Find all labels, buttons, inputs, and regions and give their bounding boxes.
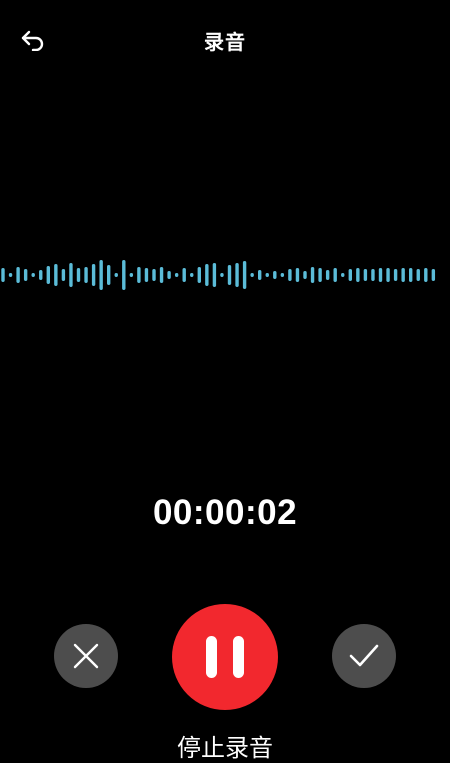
waveform-bar xyxy=(371,269,375,281)
waveform-bar xyxy=(378,268,383,282)
check-icon xyxy=(349,644,379,667)
waveform-bar xyxy=(341,273,345,277)
waveform-bar xyxy=(424,268,428,282)
waveform-bar xyxy=(46,266,50,284)
waveform-bar xyxy=(23,269,28,281)
confirm-recording-button[interactable] xyxy=(332,624,396,688)
waveform-bar xyxy=(325,270,330,280)
waveform-bar xyxy=(258,270,262,280)
waveform-bar xyxy=(235,263,239,287)
waveform-bar xyxy=(190,273,194,277)
waveform-bar xyxy=(280,273,285,277)
waveform-bar xyxy=(159,267,164,283)
waveform-bar xyxy=(227,265,232,285)
pause-recording-button[interactable] xyxy=(172,604,278,710)
waveform-bar xyxy=(114,273,118,277)
waveform-bar xyxy=(144,268,149,282)
waveform-bar xyxy=(167,271,171,279)
waveform-bar xyxy=(401,268,405,282)
page-title: 录音 xyxy=(204,30,246,54)
waveform-bar xyxy=(84,267,88,283)
waveform-bar xyxy=(129,273,134,277)
waveform-bar xyxy=(16,267,20,283)
audio-waveform xyxy=(1,260,436,290)
cancel-recording-button[interactable] xyxy=(54,624,118,688)
waveform-bar xyxy=(69,263,73,287)
waveform-bar xyxy=(310,267,315,283)
waveform-bar xyxy=(250,273,254,277)
waveform-bar xyxy=(205,264,209,286)
waveform-bar xyxy=(295,268,300,282)
waveform-bar xyxy=(348,269,352,281)
waveform-bar xyxy=(386,268,390,282)
waveform-bar xyxy=(197,267,201,283)
recording-timer: 00:00:02 xyxy=(152,493,298,532)
waveform-bar xyxy=(409,268,413,282)
waveform-bar xyxy=(61,269,66,281)
waveform-bar xyxy=(76,268,81,282)
waveform-bar xyxy=(8,273,13,277)
waveform-bar xyxy=(416,269,420,281)
waveform-bar xyxy=(265,273,269,277)
waveform-bar xyxy=(393,269,398,281)
waveform-bar xyxy=(273,271,277,279)
waveform-bar xyxy=(31,273,35,277)
pause-icon xyxy=(172,604,278,710)
waveform-bar xyxy=(212,263,217,287)
waveform-bar xyxy=(363,269,368,281)
app-header: 录音 xyxy=(0,0,450,80)
waveform-bar xyxy=(137,267,141,283)
stop-recording-label: 停止录音 xyxy=(177,734,273,762)
waveform-bar xyxy=(54,264,58,286)
waveform-bar xyxy=(182,268,186,282)
waveform-bar xyxy=(174,273,179,277)
waveform-bar xyxy=(152,269,156,281)
waveform-bar xyxy=(242,261,247,289)
waveform-bar xyxy=(99,260,103,290)
waveform-bar xyxy=(1,268,5,282)
waveform-bar xyxy=(107,265,111,285)
waveform-bar xyxy=(122,260,126,290)
waveform-bar xyxy=(431,269,436,281)
close-icon xyxy=(73,643,99,669)
waveform-bar xyxy=(288,269,292,281)
waveform-bar xyxy=(356,268,360,282)
waveform-bar xyxy=(220,273,224,277)
waveform-bar xyxy=(333,268,337,282)
waveform-bar xyxy=(318,268,322,282)
waveform-bar xyxy=(39,270,43,280)
waveform-bar xyxy=(303,271,307,279)
waveform-bar xyxy=(91,264,96,286)
